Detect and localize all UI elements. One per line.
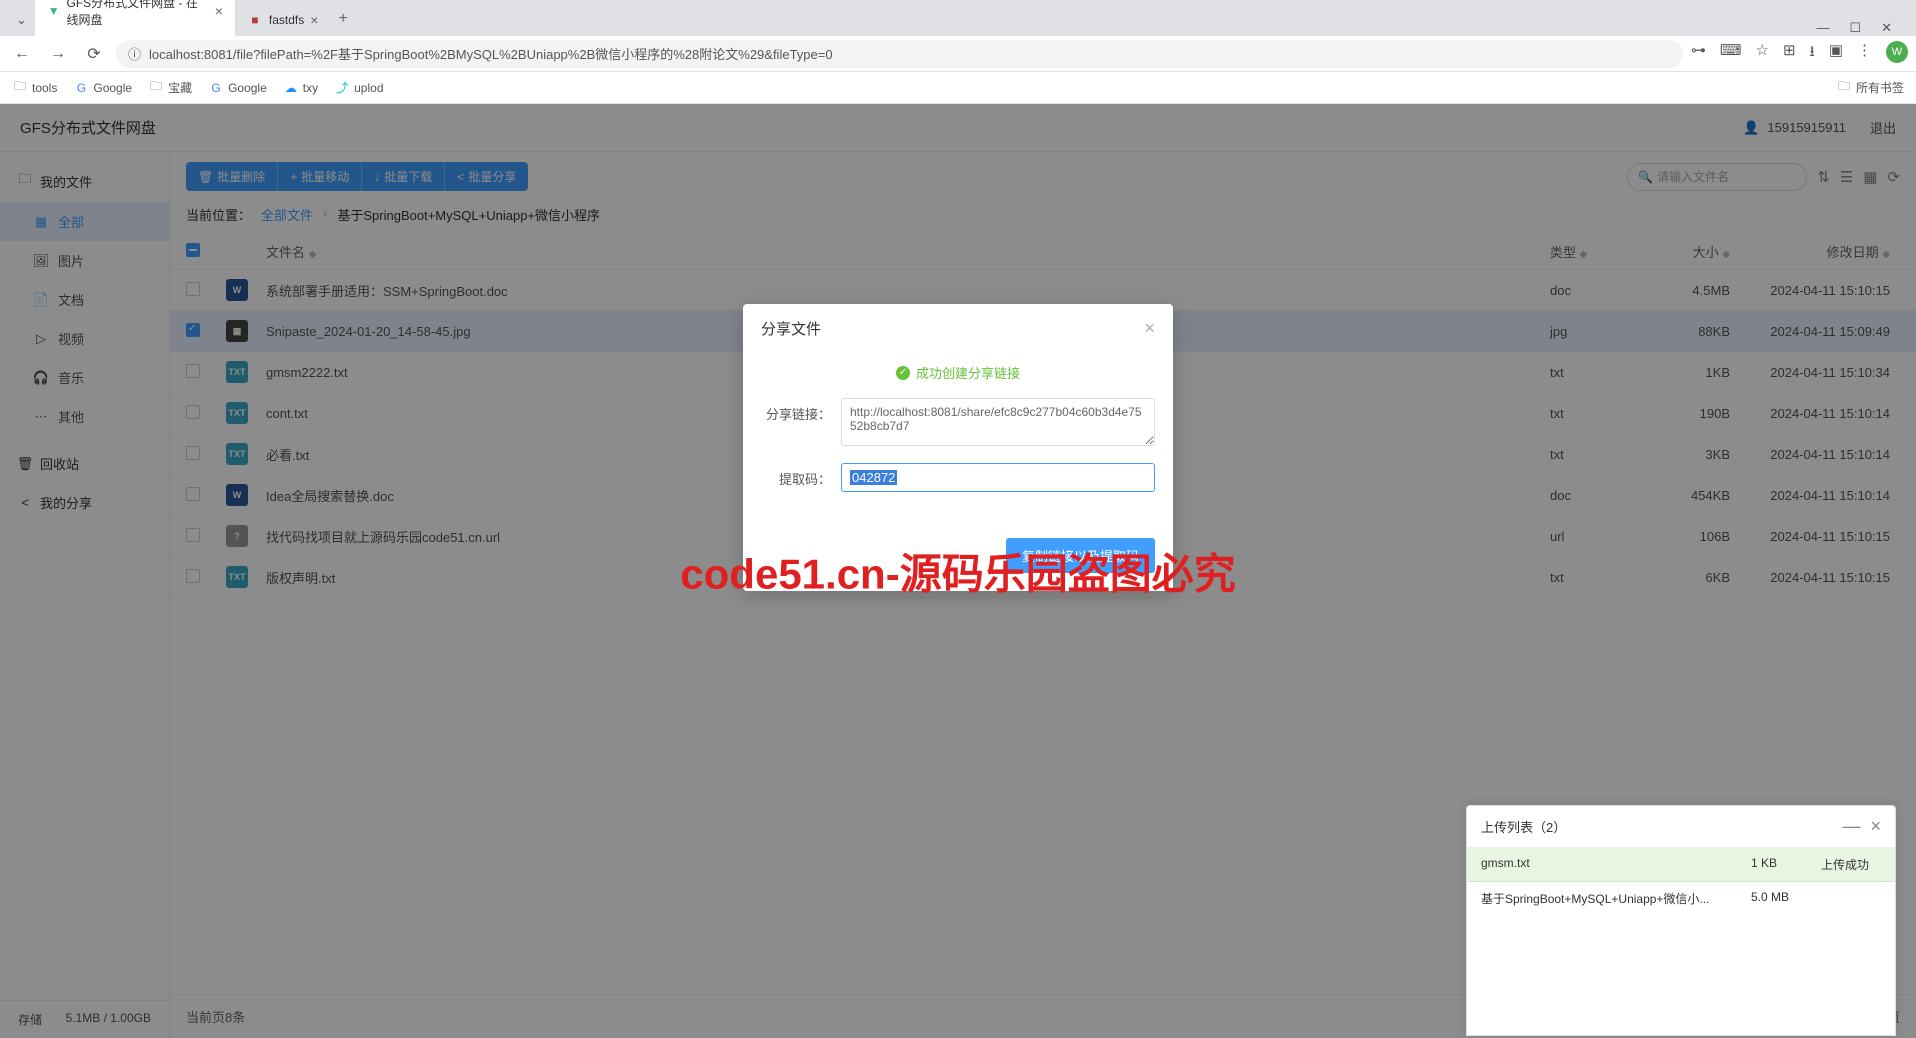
site-info-icon[interactable]: ⓘ	[128, 44, 141, 63]
google-icon: G	[73, 80, 89, 96]
upload-row: 基于SpringBoot+MySQL+Uniapp+微信小...5.0 MB	[1467, 882, 1895, 915]
back-icon[interactable]: ←	[8, 45, 36, 63]
folder-icon: 🗀	[148, 80, 164, 96]
google-icon: G	[208, 80, 224, 96]
upload-size: 1 KB	[1751, 856, 1821, 873]
translate-icon[interactable]: ⌨	[1720, 41, 1742, 66]
url-text: localhost:8081/file?filePath=%2F基于Spring…	[149, 44, 1671, 63]
bookmark-star-icon[interactable]: ☆	[1756, 41, 1769, 66]
maximize-icon[interactable]: ☐	[1849, 20, 1861, 36]
bookmark-item[interactable]: GGoogle	[73, 80, 132, 96]
close-window-icon[interactable]: ✕	[1881, 20, 1892, 36]
browser-tab-strip: ⌄ ▼ GFS分布式文件网盘 - 在线网盘 × ■ fastdfs × + — …	[0, 0, 1916, 36]
url-input[interactable]: ⓘ localhost:8081/file?filePath=%2F基于Spri…	[116, 40, 1683, 68]
folder-icon: 🗀	[12, 80, 28, 96]
bookmark-item[interactable]: 🗀宝藏	[148, 79, 192, 96]
link-label: 分享链接：	[761, 398, 831, 449]
extract-code-field[interactable]: 042872	[841, 463, 1155, 492]
forward-icon[interactable]: →	[44, 45, 72, 63]
side-panel-icon[interactable]: ▣	[1829, 41, 1843, 66]
upload-row: gmsm.txt1 KB上传成功	[1467, 848, 1895, 882]
bookmark-item[interactable]: 🗀tools	[12, 80, 57, 96]
bookmarks-bar: 🗀tools GGoogle 🗀宝藏 GGoogle ☁txy ⤴uplod 🗀…	[0, 72, 1916, 104]
upload-size: 5.0 MB	[1751, 890, 1821, 907]
browser-tab-active[interactable]: ▼ GFS分布式文件网盘 - 在线网盘 ×	[35, 0, 235, 36]
bookmark-item[interactable]: ⤴uplod	[334, 80, 383, 96]
menu-icon[interactable]: ⋮	[1857, 41, 1872, 66]
folder-icon: 🗀	[1836, 80, 1852, 96]
bookmark-item[interactable]: GGoogle	[208, 80, 267, 96]
upload-panel: 上传列表（2） — × gmsm.txt1 KB上传成功基于SpringBoot…	[1466, 805, 1896, 1036]
modal-title: 分享文件	[761, 318, 821, 339]
close-icon[interactable]: ×	[1870, 816, 1881, 837]
new-tab-button[interactable]: +	[330, 2, 355, 36]
avatar-icon[interactable]: W	[1886, 41, 1908, 63]
share-link-field[interactable]	[841, 398, 1155, 446]
extensions-icon[interactable]: ⊞	[1783, 41, 1796, 66]
tab-dropdown[interactable]: ⌄	[8, 4, 35, 36]
download-icon[interactable]: ⭳	[1810, 41, 1815, 66]
upload-filename: 基于SpringBoot+MySQL+Uniapp+微信小...	[1481, 890, 1751, 907]
browser-tab[interactable]: ■ fastdfs ×	[235, 4, 331, 36]
favicon-icon: ■	[247, 12, 263, 28]
close-icon[interactable]: ×	[215, 3, 223, 19]
address-bar: ← → ⟳ ⓘ localhost:8081/file?filePath=%2F…	[0, 36, 1916, 72]
cloud-icon: ☁	[283, 80, 299, 96]
favicon-icon: ▼	[47, 3, 61, 19]
tab-title: fastdfs	[269, 13, 304, 27]
reload-icon[interactable]: ⟳	[80, 44, 108, 64]
code-label: 提取码：	[761, 463, 831, 492]
close-icon[interactable]: ×	[1144, 318, 1155, 339]
upload-title: 上传列表（2）	[1481, 817, 1566, 836]
upload-filename: gmsm.txt	[1481, 856, 1751, 873]
share-modal: 分享文件 × ✓ 成功创建分享链接 分享链接： 提取码： 042872 复制链接…	[743, 304, 1173, 591]
check-icon: ✓	[896, 366, 910, 380]
minimize-icon[interactable]: —	[1816, 20, 1829, 36]
close-icon[interactable]: ×	[310, 12, 318, 28]
upload-status	[1821, 890, 1881, 907]
all-bookmarks[interactable]: 🗀所有书签	[1836, 79, 1904, 96]
key-icon[interactable]: ⊶	[1691, 41, 1706, 66]
tab-title: GFS分布式文件网盘 - 在线网盘	[67, 0, 209, 28]
success-message: ✓ 成功创建分享链接	[761, 363, 1155, 382]
upload-icon: ⤴	[334, 80, 350, 96]
copy-button[interactable]: 复制链接以及提取码	[1006, 538, 1155, 573]
minimize-icon[interactable]: —	[1842, 816, 1860, 837]
bookmark-item[interactable]: ☁txy	[283, 80, 318, 96]
upload-status: 上传成功	[1821, 856, 1881, 873]
